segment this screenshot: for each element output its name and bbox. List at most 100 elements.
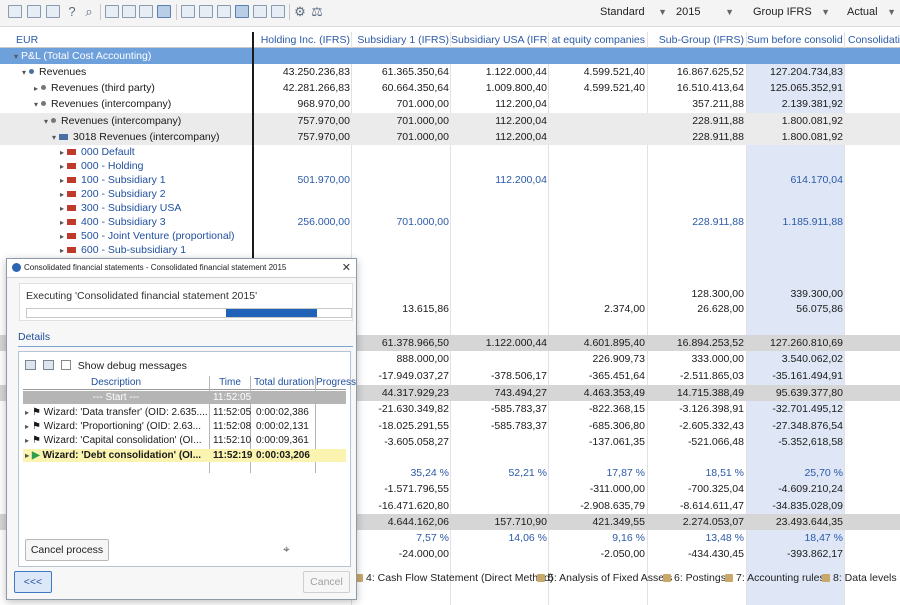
log-duration: 0:00:02,386	[256, 407, 309, 418]
chart-icon[interactable]	[253, 5, 267, 18]
export-icon[interactable]	[42, 360, 54, 370]
tab-data-levels[interactable]: 8: Data levels	[822, 569, 897, 587]
log-row-start[interactable]: --- Start --- 11:52:05	[23, 391, 346, 404]
column-header-sum-before[interactable]: Sum before consolid...	[747, 32, 843, 48]
cell-value: 35,24 %	[410, 467, 449, 479]
log-row[interactable]: ▸ ⚑ Wizard: 'Proportioning' (OID: 2.63...…	[23, 420, 346, 433]
scope-combo[interactable]: Group IFRS ▼	[742, 4, 830, 21]
row-label: ▾ Revenues (intercompany)	[34, 98, 172, 110]
table-row[interactable]: ▾ Revenues (intercompany) 757.970,00 701.…	[0, 113, 900, 129]
debug-checkbox[interactable]	[60, 360, 71, 370]
cell-value: -18.025.291,55	[378, 420, 449, 432]
cell-value: 61.365.350,64	[381, 66, 449, 78]
toolbar-separator	[176, 4, 177, 20]
tab-accounting-rules[interactable]: 7: Accounting rules	[725, 569, 825, 587]
cell-value: 112.200,04	[495, 98, 547, 110]
cell-value: -17.949.037,27	[378, 370, 449, 382]
cell-value: 743.494,27	[494, 387, 547, 399]
table-row[interactable]: ▾ Revenues 43.250.236,83 61.365.350,64 1.…	[0, 64, 900, 80]
settings-folder-icon[interactable]	[139, 5, 153, 18]
cell-value: 52,21 %	[508, 467, 547, 479]
cell-value: 56.075,86	[796, 303, 843, 315]
toolbar-separator	[289, 4, 290, 20]
grid-icon[interactable]	[46, 5, 60, 18]
print-icon[interactable]	[25, 360, 36, 370]
view-combo[interactable]: Standard ▼	[592, 4, 667, 21]
version-combo[interactable]: Actual ▼	[838, 4, 896, 21]
cell-value: 13,48 %	[705, 532, 744, 544]
table-row[interactable]: ▸ 600 - Sub-subsidiary 1	[0, 242, 900, 258]
table-row[interactable]: ▾ Revenues (intercompany) 968.970,00 701.…	[0, 96, 900, 112]
cell-value: 16.894.253,52	[676, 337, 744, 349]
consolidation-dialog: Consolidated financial statements - Cons…	[6, 258, 357, 600]
search-icon[interactable]: ⌕	[82, 5, 96, 18]
log-row[interactable]: ▸ ⚑ Wizard: 'Capital consolidation' (OI..…	[23, 434, 346, 447]
column-header-time[interactable]: Time	[210, 376, 250, 389]
cell-value: 4.599.521,40	[583, 82, 645, 94]
cell-value: 112.200,04	[495, 131, 547, 143]
column-header-subsidiary1[interactable]: Subsidiary 1 (IFRS)	[352, 32, 449, 48]
cell-value: 16.510.413,64	[676, 82, 744, 94]
cell-value: -5.352,618,58	[778, 436, 843, 448]
gear-icon[interactable]: ⚙	[293, 5, 307, 18]
upload-icon[interactable]	[122, 5, 136, 18]
cell-value: -434.430,45	[687, 548, 744, 558]
column-header-at-equity[interactable]: at equity companies	[549, 32, 645, 48]
mouse-cursor: ⌖	[283, 542, 290, 556]
table-row[interactable]: ▾ 3018 Revenues (intercompany) 757.970,00…	[0, 129, 900, 145]
log-row[interactable]: ▸ ⚑ Wizard: 'Data transfer' (OID: 2.635..…	[23, 406, 346, 419]
column-header-holding[interactable]: Holding Inc. (IFRS)	[256, 32, 350, 48]
table-row[interactable]: ▸ Revenues (third party) 42.281.266,83 60…	[0, 80, 900, 96]
year-combo[interactable]: 2015 ▼	[676, 4, 734, 21]
open-folder-icon[interactable]	[105, 5, 119, 18]
help-icon[interactable]: ?	[65, 5, 79, 18]
cell-value: 7,57 %	[416, 532, 449, 544]
cell-value: -34.835.028,09	[772, 500, 843, 512]
cell-value: 4.644.162,06	[387, 516, 449, 528]
progress-bar	[26, 308, 352, 318]
row-label: ▾ P&L (Total Cost Accounting)	[14, 50, 152, 62]
column-header-description[interactable]: Description	[23, 376, 209, 389]
edit-icon[interactable]	[8, 5, 22, 18]
cell-value: 333.000,00	[691, 353, 744, 365]
cell-value: -393.862,17	[786, 548, 843, 558]
cell-value: -2.511.865,03	[679, 370, 744, 382]
cell-value: -2.908.635,79	[580, 500, 645, 512]
table-row[interactable]: ▾ P&L (Total Cost Accounting)	[0, 48, 900, 64]
tab-postings[interactable]: 6: Postings	[663, 569, 726, 587]
cell-value: 26.628,00	[697, 303, 744, 315]
log-row-active[interactable]: ▸ ▶ Wizard: 'Debt consolidation' (OI... 1…	[23, 449, 346, 462]
column-header-subsidiary-usa[interactable]: Subsidiary USA (IFRS)	[451, 32, 547, 48]
table-icon[interactable]	[27, 5, 41, 18]
column-header-progress[interactable]: Progress	[316, 376, 356, 389]
cell-value: 4.599.521,40	[583, 66, 645, 78]
balance-icon[interactable]: ⚖	[310, 5, 324, 18]
row-view-icon[interactable]	[199, 5, 213, 18]
tab-details[interactable]: Details	[18, 331, 50, 343]
tab-cash-flow[interactable]: 4: Cash Flow Statement (Direct Method)	[355, 569, 553, 587]
filter-icon[interactable]	[157, 5, 171, 18]
cell-value: -585.783,37	[490, 403, 547, 415]
cell-value: -585.783,37	[490, 420, 547, 432]
cell-value: 127.204.734,83	[770, 66, 843, 78]
log-description: ▸ ⚑ Wizard: 'Capital consolidation' (OI..…	[25, 435, 202, 446]
close-icon[interactable]: ✕	[342, 259, 351, 277]
column-view-icon[interactable]	[181, 5, 195, 18]
cell-value: -27.348.876,54	[772, 420, 843, 432]
column-header-sub-group[interactable]: Sub-Group (IFRS)	[648, 32, 744, 48]
tab-fixed-assets[interactable]: 5: Analysis of Fixed Assets	[537, 569, 672, 587]
cell-value: 17,87 %	[606, 467, 645, 479]
layout-icon[interactable]	[235, 5, 249, 18]
pivot-icon[interactable]	[217, 5, 231, 18]
row-label: ▾ Revenues	[22, 66, 87, 78]
cell-value: 421.349,55	[592, 516, 645, 528]
column-header-duration[interactable]: Total duration	[252, 376, 316, 389]
cell-value: 2.274.053,07	[682, 516, 744, 528]
report-icon[interactable]	[271, 5, 285, 18]
column-header-consolidation[interactable]: Consolidatio	[848, 32, 900, 48]
cancel-button[interactable]: Cancel	[303, 571, 350, 593]
cancel-process-button[interactable]: Cancel process	[25, 539, 109, 561]
cell-value: 757.970,00	[297, 115, 350, 127]
chevron-down-icon: ▼	[658, 7, 667, 17]
back-button[interactable]: <<<	[14, 571, 52, 593]
